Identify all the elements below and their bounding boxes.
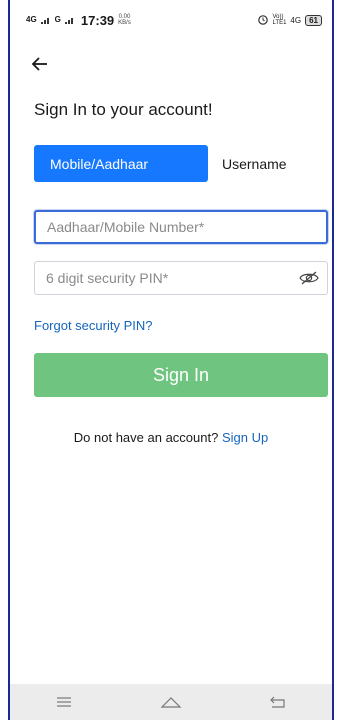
system-nav-bar <box>10 684 332 720</box>
eye-slash-icon[interactable] <box>298 269 320 287</box>
carrier-indicator: G <box>54 15 61 24</box>
speed-unit: KB/s <box>118 20 131 26</box>
arrow-left-icon[interactable] <box>28 52 52 76</box>
tab-username[interactable]: Username <box>222 145 287 182</box>
home-icon[interactable] <box>156 690 186 714</box>
network-indicator-left: 4G <box>26 15 37 24</box>
clock: 17:39 <box>80 12 115 28</box>
signal-icon <box>40 13 51 27</box>
menu-icon[interactable] <box>49 690 79 714</box>
forgot-pin-link[interactable]: Forgot security PIN? <box>34 318 153 333</box>
sign-in-button[interactable]: Sign In <box>34 353 328 397</box>
alarm-icon <box>257 13 269 27</box>
page-title: Sign In to your account! <box>34 100 213 119</box>
tab-mobile-aadhaar[interactable]: Mobile/Aadhaar <box>34 145 208 182</box>
aadhaar-mobile-input[interactable] <box>34 210 328 244</box>
volte-indicator: Vo)) LTE1 <box>272 14 287 26</box>
back-icon[interactable] <box>263 690 293 714</box>
network-indicator-right: 4G <box>290 15 302 25</box>
speed-indicator: 0.00 KB/s <box>118 14 131 26</box>
signup-prompt: Do not have an account? <box>73 430 219 445</box>
signup-row: Do not have an account? Sign Up <box>10 430 332 445</box>
status-left: 4G G 17:39 0.00 KB/s <box>26 13 131 28</box>
signal-icon-2 <box>64 13 75 27</box>
status-bar: 4G G 17:39 0.00 KB/s Vo)) LTE1 4G 61 <box>10 0 332 40</box>
sign-up-link[interactable]: Sign Up <box>222 430 268 445</box>
phone-frame: 4G G 17:39 0.00 KB/s Vo)) LTE1 4G 61 Sig… <box>8 0 334 720</box>
battery-indicator: 61 <box>305 14 322 26</box>
security-pin-input[interactable] <box>34 261 328 295</box>
status-right: Vo)) LTE1 4G 61 <box>257 13 322 27</box>
